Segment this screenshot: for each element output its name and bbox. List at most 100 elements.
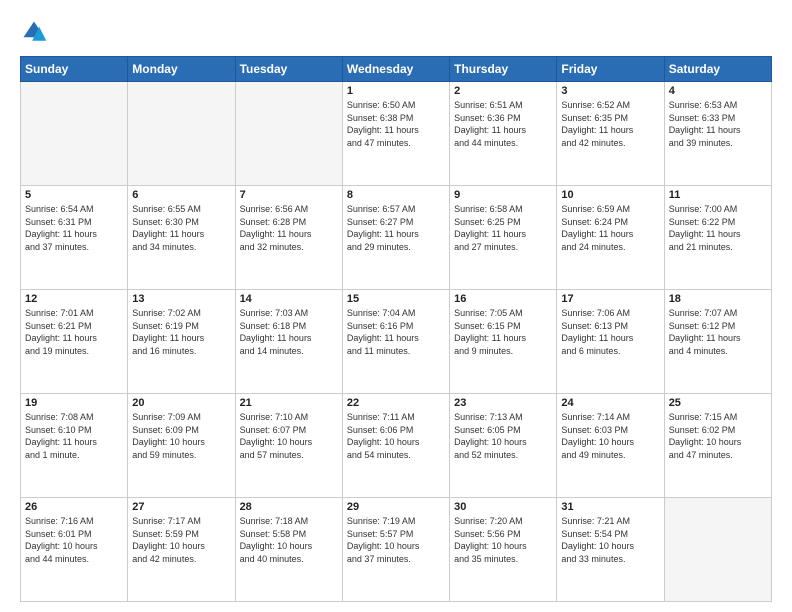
day-info: Sunrise: 6:58 AM Sunset: 6:25 PM Dayligh… bbox=[454, 203, 552, 253]
calendar-day-2: 2 Sunrise: 6:51 AM Sunset: 6:36 PM Daylig… bbox=[450, 82, 557, 186]
weekday-header-sunday: Sunday bbox=[21, 57, 128, 82]
day-number: 26 bbox=[25, 501, 123, 513]
weekday-header-friday: Friday bbox=[557, 57, 664, 82]
day-info: Sunrise: 7:11 AM Sunset: 6:06 PM Dayligh… bbox=[347, 411, 445, 461]
calendar-day-9: 9 Sunrise: 6:58 AM Sunset: 6:25 PM Daylig… bbox=[450, 186, 557, 290]
day-info: Sunrise: 7:14 AM Sunset: 6:03 PM Dayligh… bbox=[561, 411, 659, 461]
day-info: Sunrise: 6:51 AM Sunset: 6:36 PM Dayligh… bbox=[454, 99, 552, 149]
calendar-day-29: 29 Sunrise: 7:19 AM Sunset: 5:57 PM Dayli… bbox=[342, 498, 449, 602]
day-number: 24 bbox=[561, 397, 659, 409]
calendar-empty bbox=[235, 82, 342, 186]
day-info: Sunrise: 6:50 AM Sunset: 6:38 PM Dayligh… bbox=[347, 99, 445, 149]
day-info: Sunrise: 7:17 AM Sunset: 5:59 PM Dayligh… bbox=[132, 515, 230, 565]
day-info: Sunrise: 7:18 AM Sunset: 5:58 PM Dayligh… bbox=[240, 515, 338, 565]
day-number: 27 bbox=[132, 501, 230, 513]
day-number: 12 bbox=[25, 293, 123, 305]
day-number: 22 bbox=[347, 397, 445, 409]
weekday-header-row: SundayMondayTuesdayWednesdayThursdayFrid… bbox=[21, 57, 772, 82]
calendar-empty bbox=[128, 82, 235, 186]
day-number: 19 bbox=[25, 397, 123, 409]
calendar-week-5: 26 Sunrise: 7:16 AM Sunset: 6:01 PM Dayli… bbox=[21, 498, 772, 602]
weekday-header-thursday: Thursday bbox=[450, 57, 557, 82]
calendar-day-13: 13 Sunrise: 7:02 AM Sunset: 6:19 PM Dayli… bbox=[128, 290, 235, 394]
day-info: Sunrise: 6:55 AM Sunset: 6:30 PM Dayligh… bbox=[132, 203, 230, 253]
day-info: Sunrise: 7:02 AM Sunset: 6:19 PM Dayligh… bbox=[132, 307, 230, 357]
day-number: 29 bbox=[347, 501, 445, 513]
calendar-day-7: 7 Sunrise: 6:56 AM Sunset: 6:28 PM Daylig… bbox=[235, 186, 342, 290]
calendar-table: SundayMondayTuesdayWednesdayThursdayFrid… bbox=[20, 56, 772, 602]
day-number: 15 bbox=[347, 293, 445, 305]
day-info: Sunrise: 7:07 AM Sunset: 6:12 PM Dayligh… bbox=[669, 307, 767, 357]
day-number: 11 bbox=[669, 189, 767, 201]
day-number: 9 bbox=[454, 189, 552, 201]
calendar-week-3: 12 Sunrise: 7:01 AM Sunset: 6:21 PM Dayli… bbox=[21, 290, 772, 394]
day-info: Sunrise: 6:56 AM Sunset: 6:28 PM Dayligh… bbox=[240, 203, 338, 253]
day-info: Sunrise: 7:16 AM Sunset: 6:01 PM Dayligh… bbox=[25, 515, 123, 565]
day-info: Sunrise: 7:01 AM Sunset: 6:21 PM Dayligh… bbox=[25, 307, 123, 357]
calendar-day-17: 17Sunrise: 7:06 AM Sunset: 6:13 PM Dayli… bbox=[557, 290, 664, 394]
day-number: 7 bbox=[240, 189, 338, 201]
day-info: Sunrise: 7:08 AM Sunset: 6:10 PM Dayligh… bbox=[25, 411, 123, 461]
calendar-day-10: 10Sunrise: 6:59 AM Sunset: 6:24 PM Dayli… bbox=[557, 186, 664, 290]
logo-icon bbox=[20, 18, 48, 46]
calendar-day-21: 21Sunrise: 7:10 AM Sunset: 6:07 PM Dayli… bbox=[235, 394, 342, 498]
calendar-day-20: 20Sunrise: 7:09 AM Sunset: 6:09 PM Dayli… bbox=[128, 394, 235, 498]
day-number: 23 bbox=[454, 397, 552, 409]
calendar-day-24: 24 Sunrise: 7:14 AM Sunset: 6:03 PM Dayli… bbox=[557, 394, 664, 498]
calendar-week-1: 1 Sunrise: 6:50 AM Sunset: 6:38 PM Daylig… bbox=[21, 82, 772, 186]
day-info: Sunrise: 7:00 AM Sunset: 6:22 PM Dayligh… bbox=[669, 203, 767, 253]
day-info: Sunrise: 6:59 AM Sunset: 6:24 PM Dayligh… bbox=[561, 203, 659, 253]
day-info: Sunrise: 6:52 AM Sunset: 6:35 PM Dayligh… bbox=[561, 99, 659, 149]
weekday-header-monday: Monday bbox=[128, 57, 235, 82]
calendar-day-27: 27 Sunrise: 7:17 AM Sunset: 5:59 PM Dayli… bbox=[128, 498, 235, 602]
calendar-day-28: 28 Sunrise: 7:18 AM Sunset: 5:58 PM Dayli… bbox=[235, 498, 342, 602]
day-info: Sunrise: 7:04 AM Sunset: 6:16 PM Dayligh… bbox=[347, 307, 445, 357]
day-number: 28 bbox=[240, 501, 338, 513]
day-info: Sunrise: 7:21 AM Sunset: 5:54 PM Dayligh… bbox=[561, 515, 659, 565]
day-number: 8 bbox=[347, 189, 445, 201]
day-number: 18 bbox=[669, 293, 767, 305]
day-info: Sunrise: 6:54 AM Sunset: 6:31 PM Dayligh… bbox=[25, 203, 123, 253]
calendar-day-11: 11 Sunrise: 7:00 AM Sunset: 6:22 PM Dayli… bbox=[664, 186, 771, 290]
day-number: 5 bbox=[25, 189, 123, 201]
day-number: 4 bbox=[669, 85, 767, 97]
day-number: 16 bbox=[454, 293, 552, 305]
page: SundayMondayTuesdayWednesdayThursdayFrid… bbox=[0, 0, 792, 612]
day-number: 3 bbox=[561, 85, 659, 97]
calendar-week-2: 5 Sunrise: 6:54 AM Sunset: 6:31 PM Daylig… bbox=[21, 186, 772, 290]
calendar-day-22: 22 Sunrise: 7:11 AM Sunset: 6:06 PM Dayli… bbox=[342, 394, 449, 498]
calendar-day-6: 6Sunrise: 6:55 AM Sunset: 6:30 PM Daylig… bbox=[128, 186, 235, 290]
day-number: 25 bbox=[669, 397, 767, 409]
day-info: Sunrise: 7:09 AM Sunset: 6:09 PM Dayligh… bbox=[132, 411, 230, 461]
day-number: 31 bbox=[561, 501, 659, 513]
calendar-empty bbox=[664, 498, 771, 602]
calendar-day-16: 16 Sunrise: 7:05 AM Sunset: 6:15 PM Dayli… bbox=[450, 290, 557, 394]
calendar-day-18: 18 Sunrise: 7:07 AM Sunset: 6:12 PM Dayli… bbox=[664, 290, 771, 394]
day-number: 2 bbox=[454, 85, 552, 97]
calendar-day-30: 30Sunrise: 7:20 AM Sunset: 5:56 PM Dayli… bbox=[450, 498, 557, 602]
calendar-week-4: 19 Sunrise: 7:08 AM Sunset: 6:10 PM Dayli… bbox=[21, 394, 772, 498]
calendar-day-8: 8 Sunrise: 6:57 AM Sunset: 6:27 PM Daylig… bbox=[342, 186, 449, 290]
logo bbox=[20, 18, 52, 46]
day-info: Sunrise: 7:05 AM Sunset: 6:15 PM Dayligh… bbox=[454, 307, 552, 357]
calendar-day-25: 25 Sunrise: 7:15 AM Sunset: 6:02 PM Dayli… bbox=[664, 394, 771, 498]
day-info: Sunrise: 6:53 AM Sunset: 6:33 PM Dayligh… bbox=[669, 99, 767, 149]
calendar-day-19: 19 Sunrise: 7:08 AM Sunset: 6:10 PM Dayli… bbox=[21, 394, 128, 498]
day-number: 13 bbox=[132, 293, 230, 305]
day-info: Sunrise: 7:19 AM Sunset: 5:57 PM Dayligh… bbox=[347, 515, 445, 565]
calendar-day-1: 1 Sunrise: 6:50 AM Sunset: 6:38 PM Daylig… bbox=[342, 82, 449, 186]
day-number: 1 bbox=[347, 85, 445, 97]
day-info: Sunrise: 7:10 AM Sunset: 6:07 PM Dayligh… bbox=[240, 411, 338, 461]
weekday-header-tuesday: Tuesday bbox=[235, 57, 342, 82]
day-info: Sunrise: 6:57 AM Sunset: 6:27 PM Dayligh… bbox=[347, 203, 445, 253]
calendar-day-15: 15 Sunrise: 7:04 AM Sunset: 6:16 PM Dayli… bbox=[342, 290, 449, 394]
calendar-day-12: 12 Sunrise: 7:01 AM Sunset: 6:21 PM Dayli… bbox=[21, 290, 128, 394]
weekday-header-wednesday: Wednesday bbox=[342, 57, 449, 82]
calendar-day-4: 4 Sunrise: 6:53 AM Sunset: 6:33 PM Daylig… bbox=[664, 82, 771, 186]
weekday-header-saturday: Saturday bbox=[664, 57, 771, 82]
calendar-day-14: 14Sunrise: 7:03 AM Sunset: 6:18 PM Dayli… bbox=[235, 290, 342, 394]
day-number: 17 bbox=[561, 293, 659, 305]
calendar-day-31: 31 Sunrise: 7:21 AM Sunset: 5:54 PM Dayli… bbox=[557, 498, 664, 602]
calendar-day-23: 23Sunrise: 7:13 AM Sunset: 6:05 PM Dayli… bbox=[450, 394, 557, 498]
day-info: Sunrise: 7:15 AM Sunset: 6:02 PM Dayligh… bbox=[669, 411, 767, 461]
